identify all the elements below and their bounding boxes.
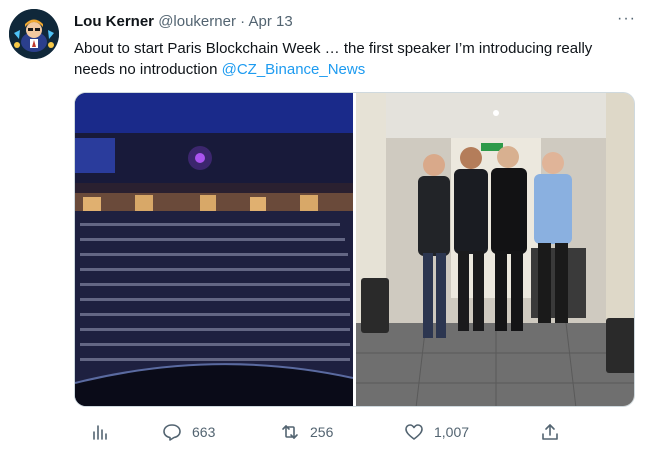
share-upload-icon (542, 424, 558, 440)
like-button[interactable]: 1,007 (404, 418, 469, 446)
conference-audience-image (75, 93, 354, 406)
author-handle[interactable]: @loukerner (158, 13, 236, 30)
tweet-header: Lou Kerner @loukerner · Apr 13 (74, 13, 628, 33)
author-name[interactable]: Lou Kerner (74, 13, 154, 30)
tweet-actions-bar: 663 256 1,007 (74, 418, 635, 446)
photo-group-portrait[interactable] (356, 93, 634, 406)
reply-count: 663 (192, 424, 216, 440)
heart-icon (405, 424, 423, 440)
retweet-arrows-icon (282, 425, 298, 439)
tweet-text: About to start Paris Blockchain Week … t… (74, 38, 634, 80)
tweet-date[interactable]: Apr 13 (248, 13, 292, 30)
share-button[interactable] (540, 418, 560, 446)
speech-bubble-icon (163, 424, 181, 441)
photo-conference-audience[interactable] (75, 93, 354, 406)
tweet-media[interactable] (74, 92, 635, 407)
reply-button[interactable]: 663 (162, 418, 215, 446)
analytics-button[interactable] (90, 418, 110, 446)
avatar[interactable] (9, 9, 59, 59)
like-count: 1,007 (434, 424, 470, 440)
retweet-button[interactable]: 256 (280, 418, 333, 446)
mention-link[interactable]: @CZ_Binance_News (222, 61, 366, 78)
retweet-count: 256 (310, 424, 334, 440)
avatar-image (9, 9, 59, 59)
group-portrait-image (356, 93, 634, 406)
more-options-icon[interactable]: ··· (617, 10, 636, 28)
separator-dot: · (240, 13, 246, 30)
bar-chart-icon (93, 425, 107, 440)
